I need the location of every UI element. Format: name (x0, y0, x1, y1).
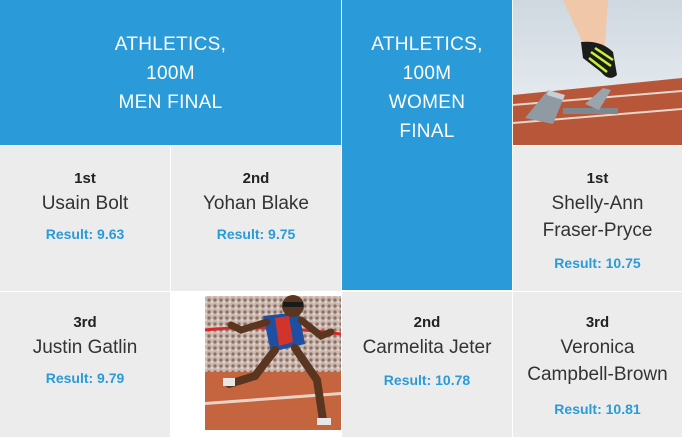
athlete-name: Yohan Blake (202, 193, 309, 214)
men-2nd-card[interactable]: 2nd Yohan Blake Result: 9.75 (171, 146, 341, 291)
women-title-line1: ATHLETICS, (371, 34, 483, 55)
result-label: Result: (45, 226, 98, 242)
athlete-name: Carmelita Jeter (362, 337, 492, 358)
rank-label: 3rd (585, 314, 610, 331)
result-label: Result: (45, 370, 98, 386)
men-1st-card[interactable]: 1st Usain Bolt Result: 9.63 (0, 146, 170, 291)
result-text: Result: 10.75 (513, 255, 682, 271)
rank-label: 2nd (413, 314, 441, 331)
rank-label: 1st (586, 170, 609, 187)
result-value: 10.78 (435, 372, 471, 388)
women-1st-card[interactable]: 1st Shelly-Ann Fraser-Pryce Result: 10.7… (513, 146, 682, 291)
result-label: Result: (554, 401, 606, 417)
result-value: 9.63 (97, 226, 125, 242)
women-3rd-card[interactable]: 3rd Veronica Campbell-Brown Result: 10.8… (513, 292, 682, 437)
result-text: Result: 10.78 (342, 372, 512, 388)
men-3rd-card[interactable]: 3rd Justin Gatlin Result: 9.79 (0, 292, 170, 437)
result-label: Result: (554, 255, 606, 271)
women-2nd-card[interactable]: 2nd Carmelita Jeter Result: 10.78 (342, 292, 512, 437)
finish-line-photo-tile (171, 292, 341, 437)
women-title-line4: FINAL (399, 121, 455, 142)
result-text: Result: 9.63 (0, 226, 170, 242)
athlete-name-line1: Veronica (560, 337, 635, 358)
women-title-line2: 100M (402, 63, 452, 84)
result-text: Result: 9.79 (0, 370, 170, 386)
result-value: 10.75 (605, 255, 641, 271)
result-text: Result: 10.81 (513, 401, 682, 417)
finish-line-photo (204, 295, 341, 430)
men-final-title-tile[interactable]: ATHLETICS, 100M MEN FINAL (0, 0, 341, 145)
men-final-title: ATHLETICS, 100M MEN FINAL (0, 30, 341, 117)
result-label: Result: (383, 372, 436, 388)
women-title-line3: WOMEN (388, 92, 466, 113)
result-value: 9.75 (268, 226, 296, 242)
men-title-line2: 100M (146, 63, 195, 84)
athlete-name: Justin Gatlin (32, 337, 138, 358)
result-value: 10.81 (605, 401, 641, 417)
athlete-name-line2: Fraser-Pryce (542, 220, 653, 241)
rank-label: 2nd (242, 170, 270, 187)
athlete-name-line2: Campbell-Brown (527, 364, 668, 385)
men-title-line1: ATHLETICS, (114, 34, 227, 55)
men-title-line3: MEN FINAL (118, 92, 223, 113)
athlete-name-line1: Shelly-Ann (551, 193, 644, 214)
rank-label: 1st (74, 170, 96, 187)
result-label: Result: (216, 226, 269, 242)
result-text: Result: 9.75 (171, 226, 341, 242)
women-final-title: ATHLETICS, 100M WOMEN FINAL (342, 30, 512, 146)
women-final-title-tile[interactable]: ATHLETICS, 100M WOMEN FINAL (342, 0, 512, 290)
starting-block-photo (513, 0, 682, 145)
result-value: 9.79 (97, 370, 125, 386)
rank-label: 3rd (73, 314, 97, 331)
athlete-name: Usain Bolt (41, 193, 129, 214)
